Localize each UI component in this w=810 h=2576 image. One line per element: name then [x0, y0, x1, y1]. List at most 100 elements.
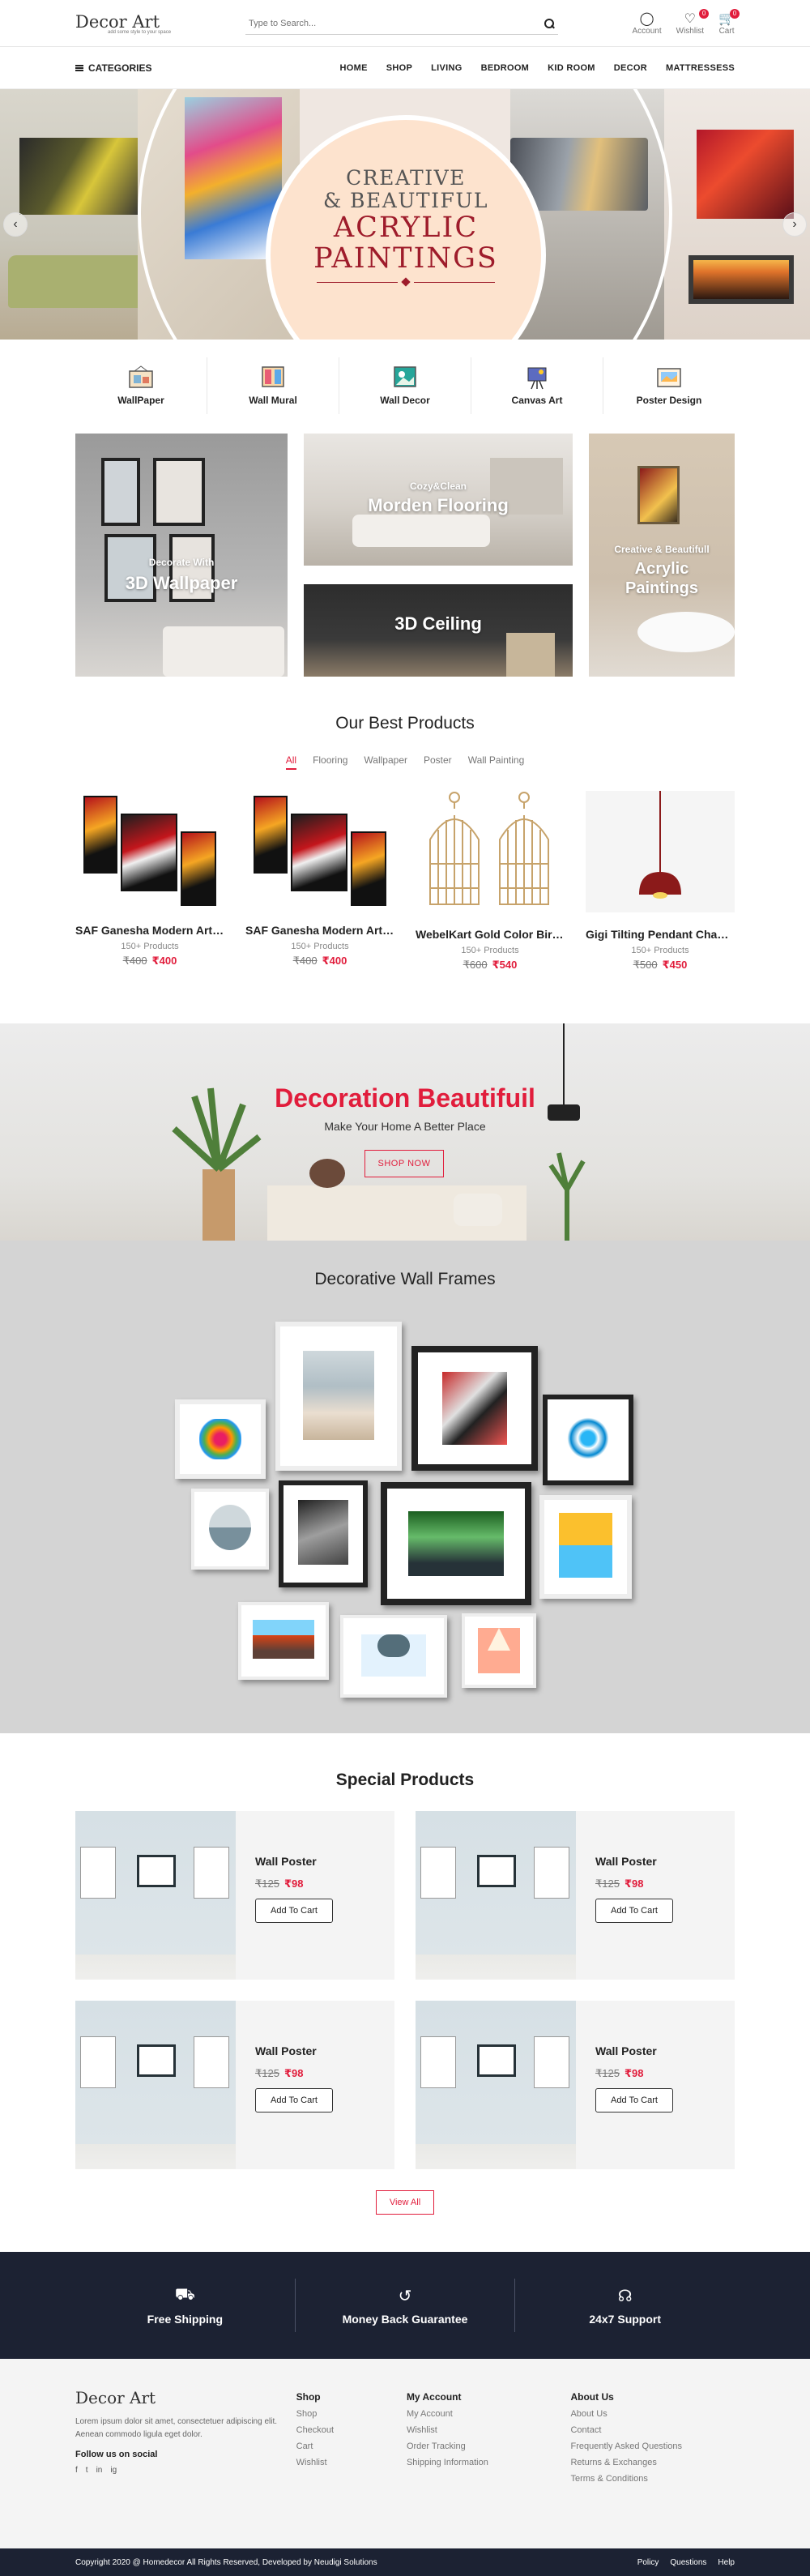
- footer-link-my-account[interactable]: My Account: [407, 2409, 571, 2419]
- account-button[interactable]: ◯ Account: [632, 12, 661, 36]
- special-product-name: Wall Poster: [255, 2044, 317, 2057]
- product-card[interactable]: WebelKart Gold Color Bird Cage 150+ Prod…: [416, 791, 565, 972]
- nav-kid-room[interactable]: KID ROOM: [548, 63, 595, 73]
- bottom-link-policy[interactable]: Policy: [637, 2558, 659, 2567]
- frame-flower: [175, 1399, 266, 1479]
- frame-forest: [381, 1482, 531, 1605]
- add-to-cart-button[interactable]: Add To Cart: [255, 2088, 333, 2112]
- category-wallpaper[interactable]: WallPaper: [75, 357, 207, 414]
- new-price: ₹98: [284, 1878, 304, 1890]
- nav-living[interactable]: LIVING: [431, 63, 462, 73]
- special-product-card[interactable]: Wall Poster ₹125 ₹98 Add To Cart: [75, 2001, 394, 2169]
- tab-flooring[interactable]: Flooring: [313, 754, 347, 770]
- linkedin-icon[interactable]: in: [96, 2466, 103, 2475]
- product-card[interactable]: SAF Ganesha Modern Art Pai... 150+ Produ…: [245, 791, 394, 972]
- tab-wall-painting[interactable]: Wall Painting: [468, 754, 525, 770]
- footer-link-order-tracking[interactable]: Order Tracking: [407, 2441, 571, 2451]
- search-input[interactable]: [249, 18, 508, 28]
- promo-banner-grid: Decorate With 3D Wallpaper Cozy&Clean Mo…: [75, 434, 735, 677]
- wishlist-count-badge: 0: [699, 8, 710, 19]
- hero-prev-arrow[interactable]: ‹: [3, 212, 28, 237]
- banner-acrylic-paintings[interactable]: Creative & Beautifull Acrylic Paintings: [589, 434, 735, 677]
- view-all-button[interactable]: View All: [376, 2190, 434, 2215]
- nav-shop[interactable]: SHOP: [386, 63, 412, 73]
- bottom-link-help[interactable]: Help: [718, 2558, 735, 2567]
- footer-account-heading: My Account: [406, 2391, 462, 2403]
- footer-link-shipping-info[interactable]: Shipping Information: [407, 2458, 571, 2467]
- special-product-name: Wall Poster: [595, 1855, 657, 1868]
- banner-3d-ceiling[interactable]: 3D Ceiling: [304, 584, 573, 677]
- hero-next-arrow[interactable]: ›: [782, 212, 807, 237]
- footer-link-shop[interactable]: Shop: [296, 2409, 407, 2419]
- product-subtitle: 150+ Products: [121, 942, 179, 951]
- category-label: WallPaper: [117, 395, 164, 406]
- footer-link-about-us[interactable]: About Us: [570, 2409, 735, 2419]
- frame-yellow-abstract: [539, 1495, 632, 1599]
- special-product-card[interactable]: Wall Poster ₹125 ₹98 Add To Cart: [416, 1811, 735, 1980]
- footer-link-wishlist-2[interactable]: Wishlist: [407, 2425, 571, 2435]
- product-card[interactable]: SAF Ganesha Modern Art Pai... 150+ Produ…: [75, 791, 224, 972]
- search-icon[interactable]: [544, 18, 555, 29]
- category-canvas-art[interactable]: Canvas Art: [471, 357, 603, 414]
- cart-label: Cart: [718, 26, 735, 36]
- product-tabs: All Flooring Wallpaper Poster Wall Paint…: [75, 754, 735, 770]
- wall-poster-image: [75, 1811, 236, 1980]
- special-product-name: Wall Poster: [255, 1855, 317, 1868]
- footer-link-checkout[interactable]: Checkout: [296, 2425, 407, 2435]
- add-to-cart-button[interactable]: Add To Cart: [595, 2088, 673, 2112]
- banner-3d-wallpaper[interactable]: Decorate With 3D Wallpaper: [75, 434, 288, 677]
- bottom-link-questions[interactable]: Questions: [670, 2558, 706, 2567]
- special-product-card[interactable]: Wall Poster ₹125 ₹98 Add To Cart: [75, 1811, 394, 1980]
- instagram-icon[interactable]: ig: [110, 2466, 117, 2475]
- category-wall-mural[interactable]: Wall Mural: [207, 357, 339, 414]
- product-image-ganesha-art: [75, 791, 224, 912]
- frames-title: Decorative Wall Frames: [314, 1270, 496, 1288]
- cart-button[interactable]: 🛒 0 Cart: [718, 8, 740, 36]
- cart-count-badge: 0: [730, 8, 740, 19]
- footer-logo[interactable]: Decor Art: [75, 2388, 296, 2407]
- category-poster-design[interactable]: Poster Design: [603, 357, 735, 414]
- banner-modern-flooring[interactable]: Cozy&Clean Morden Flooring: [304, 434, 573, 566]
- special-product-card[interactable]: Wall Poster ₹125 ₹98 Add To Cart: [416, 2001, 735, 2169]
- old-price: ₹500: [633, 959, 658, 971]
- shop-now-button[interactable]: SHOP NOW: [364, 1150, 444, 1177]
- tab-wallpaper[interactable]: Wallpaper: [364, 754, 407, 770]
- wall-poster-image: [75, 2001, 236, 2169]
- product-card[interactable]: Gigi Tilting Pendant Chandelier 150+ Pro…: [586, 791, 735, 972]
- special-product-price: ₹125 ₹98: [595, 1878, 673, 1890]
- tab-poster[interactable]: Poster: [424, 754, 452, 770]
- footer-link-returns[interactable]: Returns & Exchanges: [570, 2458, 735, 2467]
- footer-link-terms[interactable]: Terms & Conditions: [570, 2474, 735, 2484]
- refresh-icon: ↺: [398, 2287, 412, 2305]
- logo[interactable]: Decor Art add some style to your space: [75, 12, 245, 35]
- nav-decor[interactable]: DECOR: [614, 63, 647, 73]
- canvas-easel-icon: [527, 367, 547, 390]
- add-to-cart-button[interactable]: Add To Cart: [255, 1899, 333, 1923]
- footer-link-cart[interactable]: Cart: [296, 2441, 407, 2451]
- footer: Decor Art Lorem ipsum dolor sit amet, co…: [0, 2359, 810, 2548]
- nav-home[interactable]: HOME: [340, 63, 368, 73]
- hero-divider: [317, 277, 495, 287]
- logo-text: Decor Art: [75, 12, 160, 32]
- footer-shop-heading: Shop: [296, 2391, 321, 2403]
- category-label: Poster Design: [636, 395, 702, 406]
- product-price: ₹400 ₹400: [245, 955, 394, 968]
- nav-mattresses[interactable]: MATTRESSESS: [666, 63, 735, 73]
- footer-link-contact[interactable]: Contact: [570, 2425, 735, 2435]
- facebook-icon[interactable]: f: [75, 2466, 78, 2475]
- old-price: ₹125: [255, 2067, 279, 2079]
- decoration-title: Decoration Beautifuil: [275, 1083, 535, 1113]
- add-to-cart-button[interactable]: Add To Cart: [595, 1899, 673, 1923]
- wallpaper-icon: [129, 365, 153, 388]
- headphones-icon: ☊: [617, 2287, 633, 2305]
- wishlist-button[interactable]: ♡ 0 Wishlist: [676, 8, 710, 36]
- poster-icon: [657, 368, 681, 387]
- category-wall-decor[interactable]: Wall Decor: [339, 357, 471, 414]
- footer-link-faq[interactable]: Frequently Asked Questions: [570, 2441, 735, 2451]
- heart-icon: ♡: [684, 11, 697, 26]
- footer-link-wishlist[interactable]: Wishlist: [296, 2458, 407, 2467]
- tab-all[interactable]: All: [285, 754, 297, 770]
- twitter-icon[interactable]: t: [86, 2466, 88, 2475]
- categories-menu-button[interactable]: CATEGORIES: [75, 62, 151, 74]
- nav-bedroom[interactable]: BEDROOM: [481, 63, 530, 73]
